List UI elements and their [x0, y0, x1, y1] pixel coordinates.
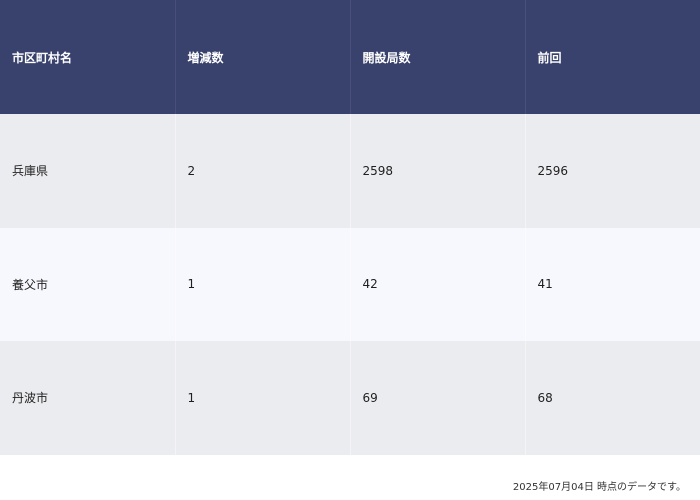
data-date-note: 2025年07月04日 時点のデータです。	[512, 482, 686, 493]
cell-municipality: 丹波市	[0, 341, 176, 455]
table-row: 養父市 1 42 41	[0, 227, 700, 341]
cell-municipality: 兵庫県	[0, 114, 176, 228]
table-header-row: 市区町村名 増減数 開設局数 前回	[0, 0, 700, 114]
header-stations: 開設局数	[350, 0, 526, 114]
header-change: 増減数	[175, 0, 351, 114]
table-row: 丹波市 1 69 68	[0, 341, 700, 455]
header-municipality: 市区町村名	[0, 0, 176, 114]
cell-previous: 2596	[525, 114, 700, 228]
cell-change: 1	[175, 227, 351, 341]
cell-municipality: 養父市	[0, 227, 176, 341]
cell-previous: 68	[525, 341, 700, 455]
cell-change: 2	[175, 114, 351, 228]
cell-stations: 42	[350, 227, 526, 341]
cell-stations: 69	[350, 341, 526, 455]
cell-change: 1	[175, 341, 351, 455]
header-previous: 前回	[525, 0, 700, 114]
data-table: 市区町村名 増減数 開設局数 前回 兵庫県 2 2598 2596 養父市 1 …	[0, 0, 700, 455]
cell-stations: 2598	[350, 114, 526, 228]
cell-previous: 41	[525, 227, 700, 341]
table-row: 兵庫県 2 2598 2596	[0, 114, 700, 228]
